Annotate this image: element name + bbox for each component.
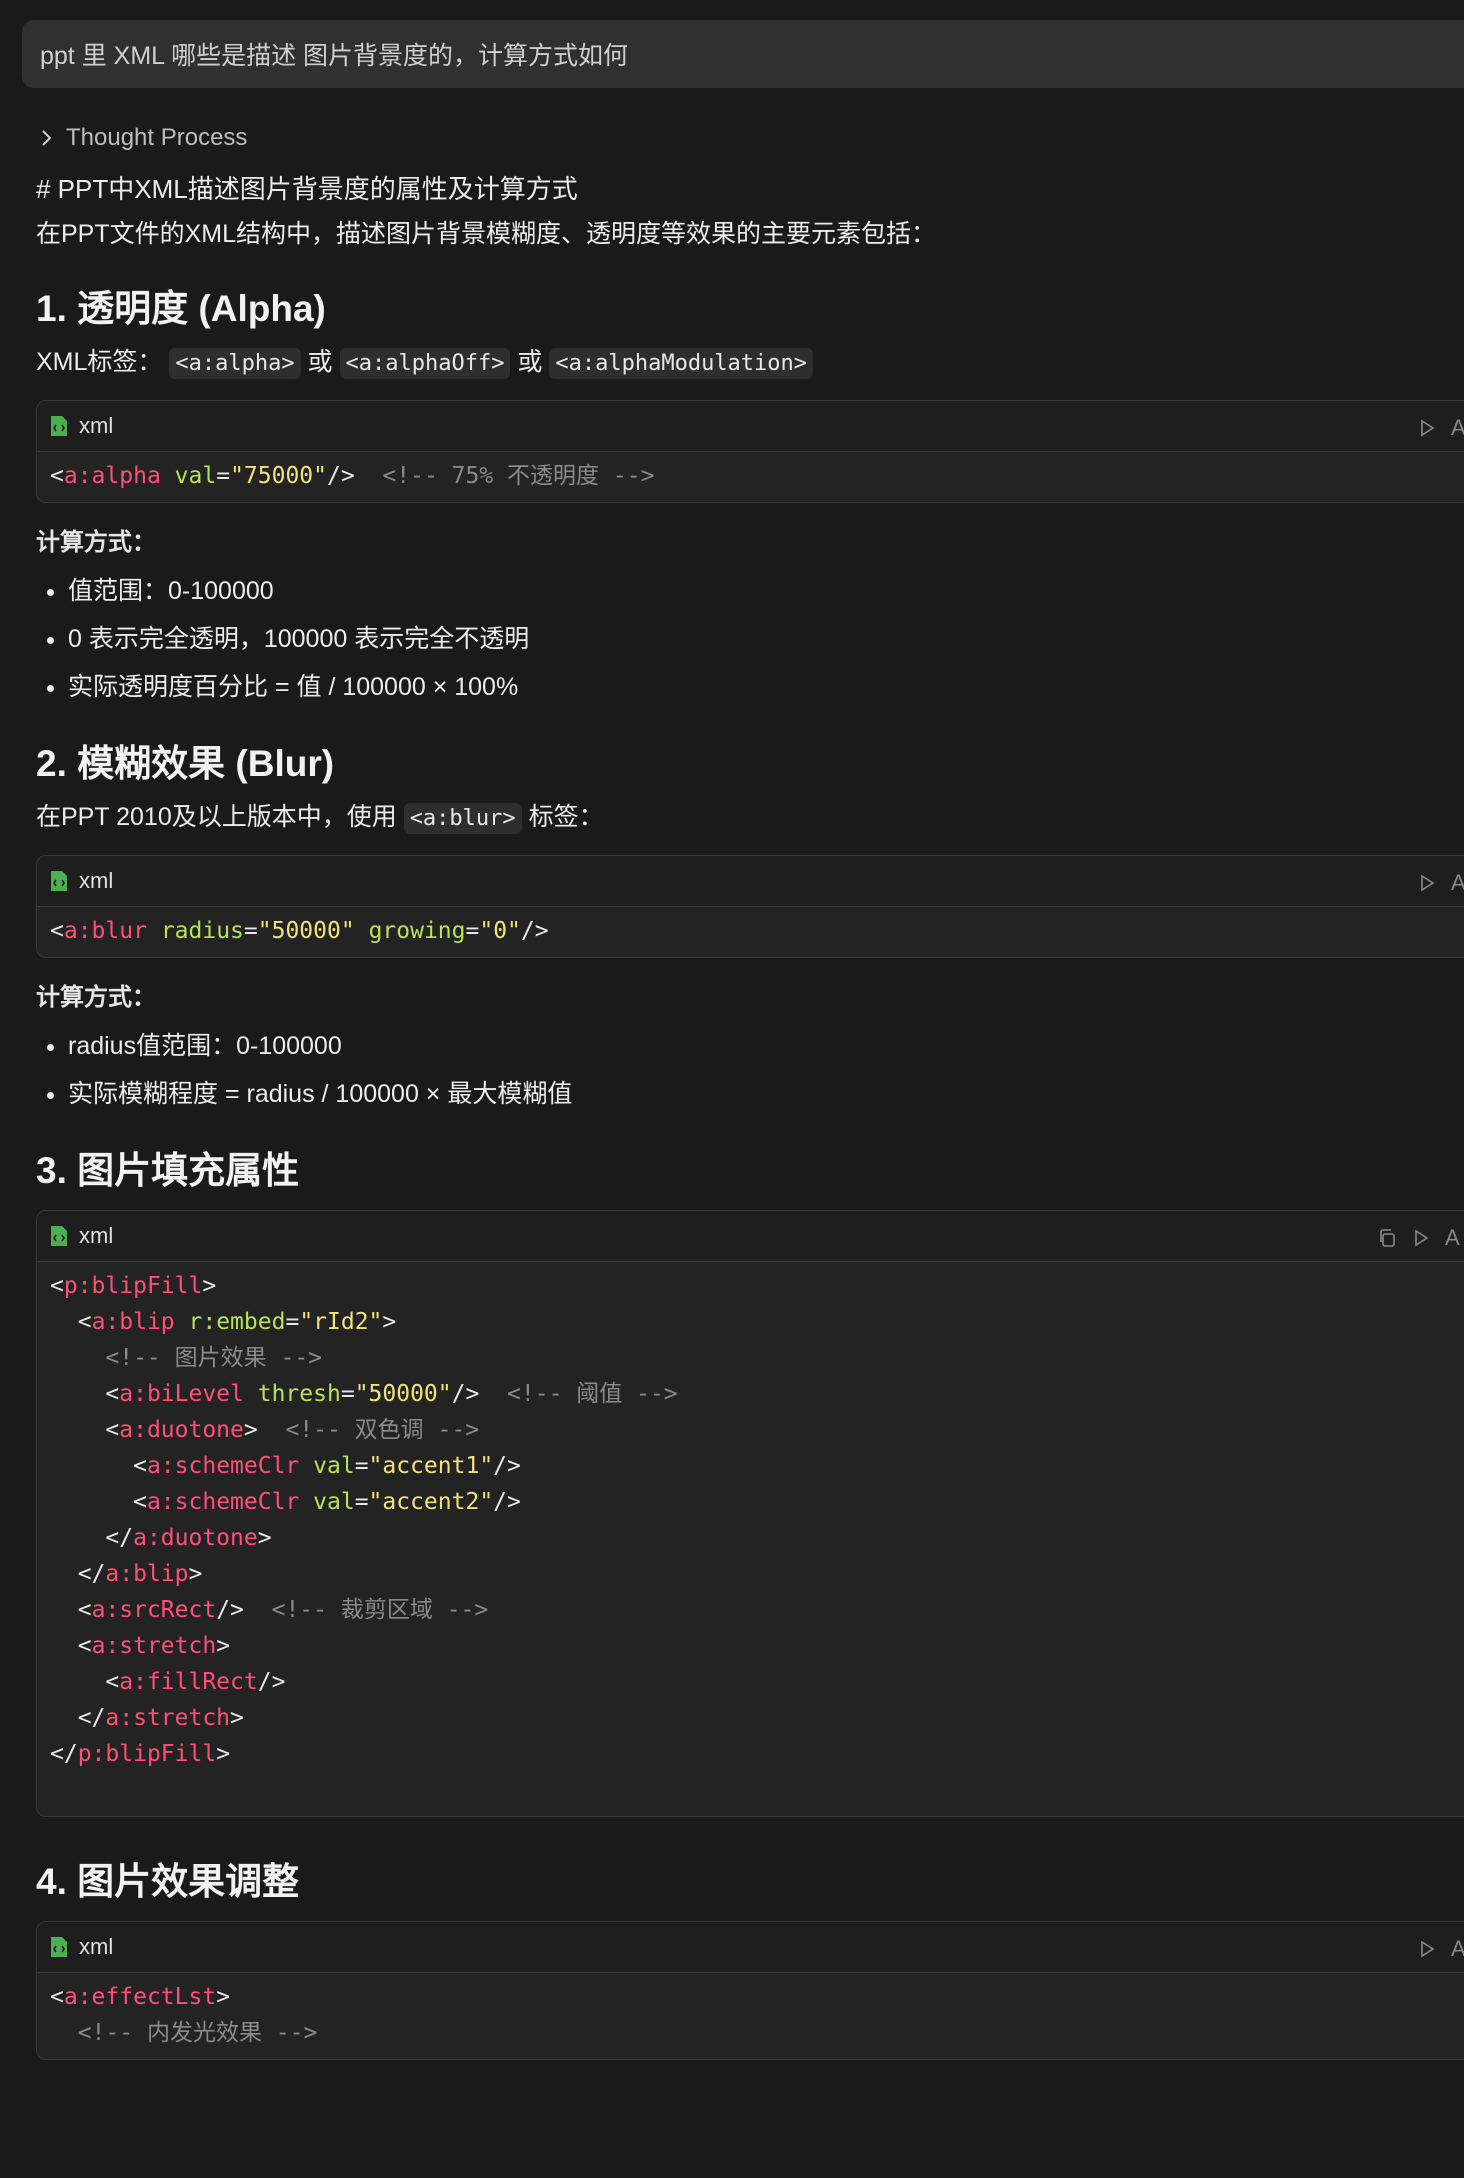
apply-button-truncated[interactable]: A (1451, 415, 1464, 441)
blur-calc-list: radius值范围：0-100000 实际模糊程度 = radius / 100… (36, 1022, 1464, 1118)
chevron-right-icon (42, 130, 52, 146)
apply-button-truncated[interactable]: A (1445, 1225, 1460, 1251)
run-icon[interactable] (1417, 1939, 1437, 1959)
user-query-text: ppt 里 XML 哪些是描述 图片背景度的，计算方式如何 (40, 42, 629, 70)
list-item: 0 表示完全透明，100000 表示完全不透明 (68, 615, 1464, 663)
or-text: 或 (307, 348, 333, 376)
code-block-blur: xml A <a:blur radius="50000" growing="0"… (36, 855, 1464, 958)
run-icon[interactable] (1417, 418, 1437, 438)
code-block-header: xml A (37, 856, 1464, 907)
code-block-alpha: xml A <a:alpha val="75000"/> <!-- 75% 不透… (36, 400, 1464, 503)
section-title-alpha: 1. 透明度 (Alpha) (36, 288, 326, 329)
intro-text: 在PPT文件的XML结构中，描述图片背景模糊度、透明度等效果的主要元素包括： (36, 220, 937, 248)
code-file-icon (51, 1226, 67, 1246)
section-title-effects: 4. 图片效果调整 (36, 1861, 300, 1902)
code-lang-label: xml (79, 1934, 114, 1959)
markdown-heading-text: # PPT中XML描述图片背景度的属性及计算方式 (36, 174, 578, 204)
list-item: 实际模糊程度 = radius / 100000 × 最大模糊值 (68, 1070, 1464, 1118)
apply-button-truncated[interactable]: A (1451, 1936, 1464, 1962)
thought-process-label: Thought Process (66, 124, 248, 151)
code-block-effects: xml A <a:effectLst> <!-- 内发光效果 --> (36, 1921, 1464, 2060)
inline-code-alphamodulation: <a:alphaModulation> (549, 348, 814, 379)
inline-code-alphaoff: <a:alphaOff> (339, 348, 511, 379)
code-file-icon (51, 871, 67, 891)
apply-button-truncated[interactable]: A (1451, 870, 1464, 896)
copy-icon[interactable] (1377, 1228, 1397, 1248)
code-block-header: xml A (37, 401, 1464, 452)
inline-code-blur: <a:blur> (403, 803, 522, 834)
code-file-icon (51, 416, 67, 436)
or-text: 或 (517, 348, 543, 376)
code-content: <a:effectLst> <!-- 内发光效果 --> (50, 1984, 318, 2046)
code-file-icon (51, 1937, 67, 1957)
code-block-blipfill: xml A <p:blipFill> <a:blip r:embed="rId2… (36, 1210, 1464, 1817)
list-item: 实际透明度百分比 = 值 / 100000 × 100% (68, 663, 1464, 711)
assistant-response: Thought Process # PPT中XML描述图片背景度的属性及计算方式… (36, 118, 1464, 2076)
run-icon[interactable] (1417, 873, 1437, 893)
section-title-blur: 2. 模糊效果 (Blur) (36, 743, 335, 784)
section-title-blipfill: 3. 图片填充属性 (36, 1150, 300, 1191)
code-content: <a:alpha val="75000"/> <!-- 75% 不透明度 --> (50, 463, 655, 489)
alpha-tags-line: XML标签： <a:alpha> 或 <a:alphaOff> 或 <a:alp… (36, 340, 1464, 386)
alpha-calc-list: 值范围：0-100000 0 表示完全透明，100000 表示完全不透明 实际透… (36, 567, 1464, 711)
code-block-header: xml A (37, 1211, 1464, 1262)
code-lang-label: xml (79, 1223, 114, 1248)
code-lang-label: xml (79, 868, 114, 893)
calc-title: 计算方式： (36, 529, 156, 556)
blur-intro-line: 在PPT 2010及以上版本中，使用 <a:blur> 标签： (36, 795, 1464, 841)
list-item: radius值范围：0-100000 (68, 1022, 1464, 1070)
run-icon[interactable] (1411, 1228, 1431, 1248)
code-content: <a:blur radius="50000" growing="0"/> (50, 918, 549, 944)
blur-intro-post: 标签： (528, 803, 604, 831)
tags-prefix: XML标签： (36, 348, 163, 376)
blur-intro-pre: 在PPT 2010及以上版本中，使用 (36, 803, 397, 831)
inline-code-alpha: <a:alpha> (169, 348, 301, 379)
calc-title: 计算方式： (36, 984, 156, 1011)
code-block-header: xml A (37, 1922, 1464, 1973)
list-item: 值范围：0-100000 (68, 567, 1464, 615)
code-lang-label: xml (79, 413, 114, 438)
thought-process-toggle[interactable]: Thought Process (36, 118, 1464, 158)
user-query-bubble: ppt 里 XML 哪些是描述 图片背景度的，计算方式如何 (22, 20, 1464, 88)
code-content: <p:blipFill> <a:blip r:embed="rId2"> <!-… (50, 1273, 678, 1767)
